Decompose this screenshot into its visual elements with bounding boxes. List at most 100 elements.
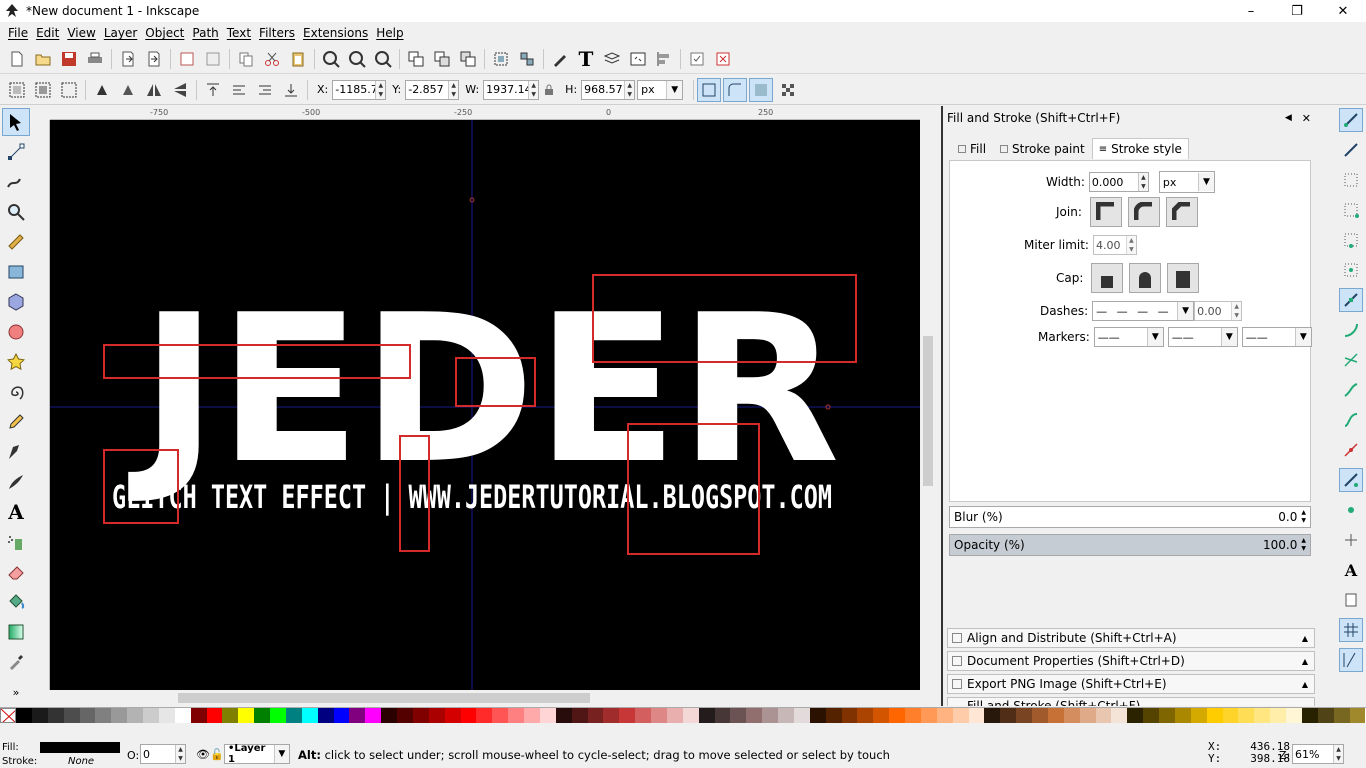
paste-icon[interactable] bbox=[285, 46, 311, 72]
join-miter-button[interactable] bbox=[1089, 197, 1122, 227]
gradient-tool-icon[interactable] bbox=[2, 618, 30, 646]
color-swatch[interactable] bbox=[1079, 708, 1096, 723]
pencil-tool-icon[interactable] bbox=[2, 408, 30, 436]
w-spin-arrows[interactable]: ▲ ▼ bbox=[528, 80, 539, 99]
menu-view[interactable]: View bbox=[63, 26, 99, 40]
miter-limit-field[interactable]: ▲▼ bbox=[1092, 235, 1137, 255]
color-swatch[interactable] bbox=[920, 708, 937, 723]
duplicate-icon[interactable] bbox=[403, 46, 429, 72]
color-swatch[interactable] bbox=[460, 708, 477, 723]
new-document-icon[interactable] bbox=[4, 46, 30, 72]
3d-box-tool-icon[interactable] bbox=[2, 288, 30, 316]
preferences-icon[interactable] bbox=[684, 46, 710, 72]
subline-text[interactable]: GLITCH TEXT EFFECT | WWW.JEDERTUTORIAL.B… bbox=[112, 478, 832, 517]
opacity-spin-arrows[interactable]: ▲ ▼ bbox=[1301, 537, 1306, 553]
color-swatch[interactable] bbox=[905, 708, 921, 723]
color-swatch[interactable] bbox=[524, 708, 540, 723]
dock-iconify-icon[interactable]: ◀ bbox=[1285, 113, 1292, 123]
dropper-tool-icon[interactable] bbox=[2, 648, 30, 676]
layers-icon[interactable] bbox=[599, 46, 625, 72]
miter-limit-input[interactable] bbox=[1093, 236, 1126, 254]
y-input[interactable] bbox=[406, 80, 449, 99]
snap-center-icon[interactable] bbox=[1339, 498, 1363, 522]
cap-butt-button[interactable] bbox=[1091, 263, 1124, 293]
end-marker-select[interactable]: —— ▼ bbox=[1241, 327, 1312, 347]
color-swatch[interactable] bbox=[762, 708, 778, 723]
rotate-cw-icon[interactable] bbox=[115, 77, 141, 103]
xml-editor-icon[interactable] bbox=[547, 46, 573, 72]
color-swatch[interactable] bbox=[698, 708, 715, 723]
snap-midpoints-icon[interactable] bbox=[1339, 438, 1363, 462]
move-patterns-icon[interactable] bbox=[775, 77, 801, 103]
color-swatch[interactable] bbox=[412, 708, 429, 723]
dash-offset-arrows[interactable]: ▲ ▼ bbox=[1231, 302, 1242, 320]
color-swatch[interactable] bbox=[63, 708, 80, 723]
color-swatch[interactable] bbox=[809, 708, 826, 723]
color-swatch[interactable] bbox=[873, 708, 890, 723]
color-swatch[interactable] bbox=[31, 708, 48, 723]
color-swatch[interactable] bbox=[539, 708, 556, 723]
color-swatch[interactable] bbox=[936, 708, 953, 723]
drawing-canvas[interactable]: JEDER GLITCH TEXT EFFECT | WWW.JEDERTUTO… bbox=[50, 120, 920, 690]
clone-icon[interactable] bbox=[429, 46, 455, 72]
width-unit-select[interactable]: px ▼ bbox=[1158, 171, 1215, 193]
color-swatch[interactable] bbox=[968, 708, 985, 723]
headline-text[interactable]: JEDER bbox=[128, 272, 840, 509]
scale-corners-toggle[interactable] bbox=[723, 77, 748, 102]
select-all-icon[interactable] bbox=[4, 77, 30, 103]
color-swatch[interactable] bbox=[952, 708, 969, 723]
blur-spin-arrows[interactable]: ▲ ▼ bbox=[1301, 509, 1306, 525]
color-swatch[interactable] bbox=[603, 708, 620, 723]
zoom-field[interactable]: ▲▼ bbox=[1292, 744, 1344, 764]
select-all-layers-icon[interactable] bbox=[30, 77, 56, 103]
dock-close-icon[interactable]: ✕ bbox=[1302, 112, 1311, 125]
color-swatch[interactable] bbox=[1174, 708, 1191, 723]
snap-toggle-icon[interactable] bbox=[1339, 108, 1363, 132]
y-field[interactable]: ▲▼ bbox=[405, 79, 460, 100]
color-swatch[interactable] bbox=[1111, 708, 1128, 723]
eraser-tool-icon[interactable] bbox=[2, 558, 30, 586]
snap-cusp-icon[interactable] bbox=[1339, 378, 1363, 402]
open-icon[interactable] bbox=[30, 46, 56, 72]
x-input[interactable] bbox=[333, 80, 376, 99]
color-swatch[interactable] bbox=[1333, 708, 1350, 723]
color-swatch[interactable] bbox=[635, 708, 651, 723]
color-swatch[interactable] bbox=[1222, 708, 1239, 723]
color-palette[interactable] bbox=[0, 707, 1366, 723]
x-spin-arrows[interactable]: ▲ ▼ bbox=[375, 80, 386, 99]
deselect-icon[interactable] bbox=[56, 77, 82, 103]
color-swatch[interactable] bbox=[1238, 708, 1255, 723]
unlink-clone-icon[interactable] bbox=[455, 46, 481, 72]
snap-intersections-icon[interactable] bbox=[1339, 348, 1363, 372]
node-tool-icon[interactable] bbox=[2, 138, 30, 166]
copy-icon[interactable] bbox=[233, 46, 259, 72]
color-swatch[interactable] bbox=[682, 708, 699, 723]
tweak-tool-icon[interactable] bbox=[2, 168, 30, 196]
snap-guides-icon[interactable] bbox=[1339, 648, 1363, 672]
text-font-icon[interactable]: T bbox=[573, 46, 599, 72]
color-swatch[interactable] bbox=[1301, 708, 1318, 723]
menu-layer[interactable]: Layer bbox=[100, 26, 141, 40]
rectangle-tool-icon[interactable] bbox=[2, 258, 30, 286]
close-icon[interactable]: ✕ bbox=[1320, 0, 1366, 22]
w-input[interactable] bbox=[484, 80, 529, 99]
spiral-tool-icon[interactable] bbox=[2, 378, 30, 406]
status-opacity-input[interactable] bbox=[141, 745, 175, 763]
h-field[interactable]: ▲▼ bbox=[581, 79, 636, 100]
no-paint-swatch[interactable] bbox=[0, 708, 16, 723]
color-swatch[interactable] bbox=[1000, 708, 1017, 723]
width-spin-arrows[interactable]: ▲ ▼ bbox=[1137, 173, 1148, 191]
snap-paths-icon[interactable] bbox=[1339, 318, 1363, 342]
restore-icon[interactable]: ❐ bbox=[1274, 0, 1320, 22]
dialog-close-icon[interactable] bbox=[710, 46, 736, 72]
color-swatch[interactable] bbox=[301, 708, 318, 723]
dock-scrollbar[interactable] bbox=[1320, 118, 1332, 698]
undo-icon[interactable] bbox=[174, 46, 200, 72]
layer-lock-icon[interactable]: 🔓 bbox=[210, 748, 224, 761]
color-swatch[interactable] bbox=[47, 708, 64, 723]
star-tool-icon[interactable] bbox=[2, 348, 30, 376]
expand-icon[interactable]: ▲ bbox=[1302, 634, 1308, 643]
snap-nodes-icon[interactable] bbox=[1339, 288, 1363, 312]
width-field[interactable]: ▲▼ bbox=[1088, 172, 1149, 192]
color-swatch[interactable] bbox=[1349, 708, 1366, 723]
